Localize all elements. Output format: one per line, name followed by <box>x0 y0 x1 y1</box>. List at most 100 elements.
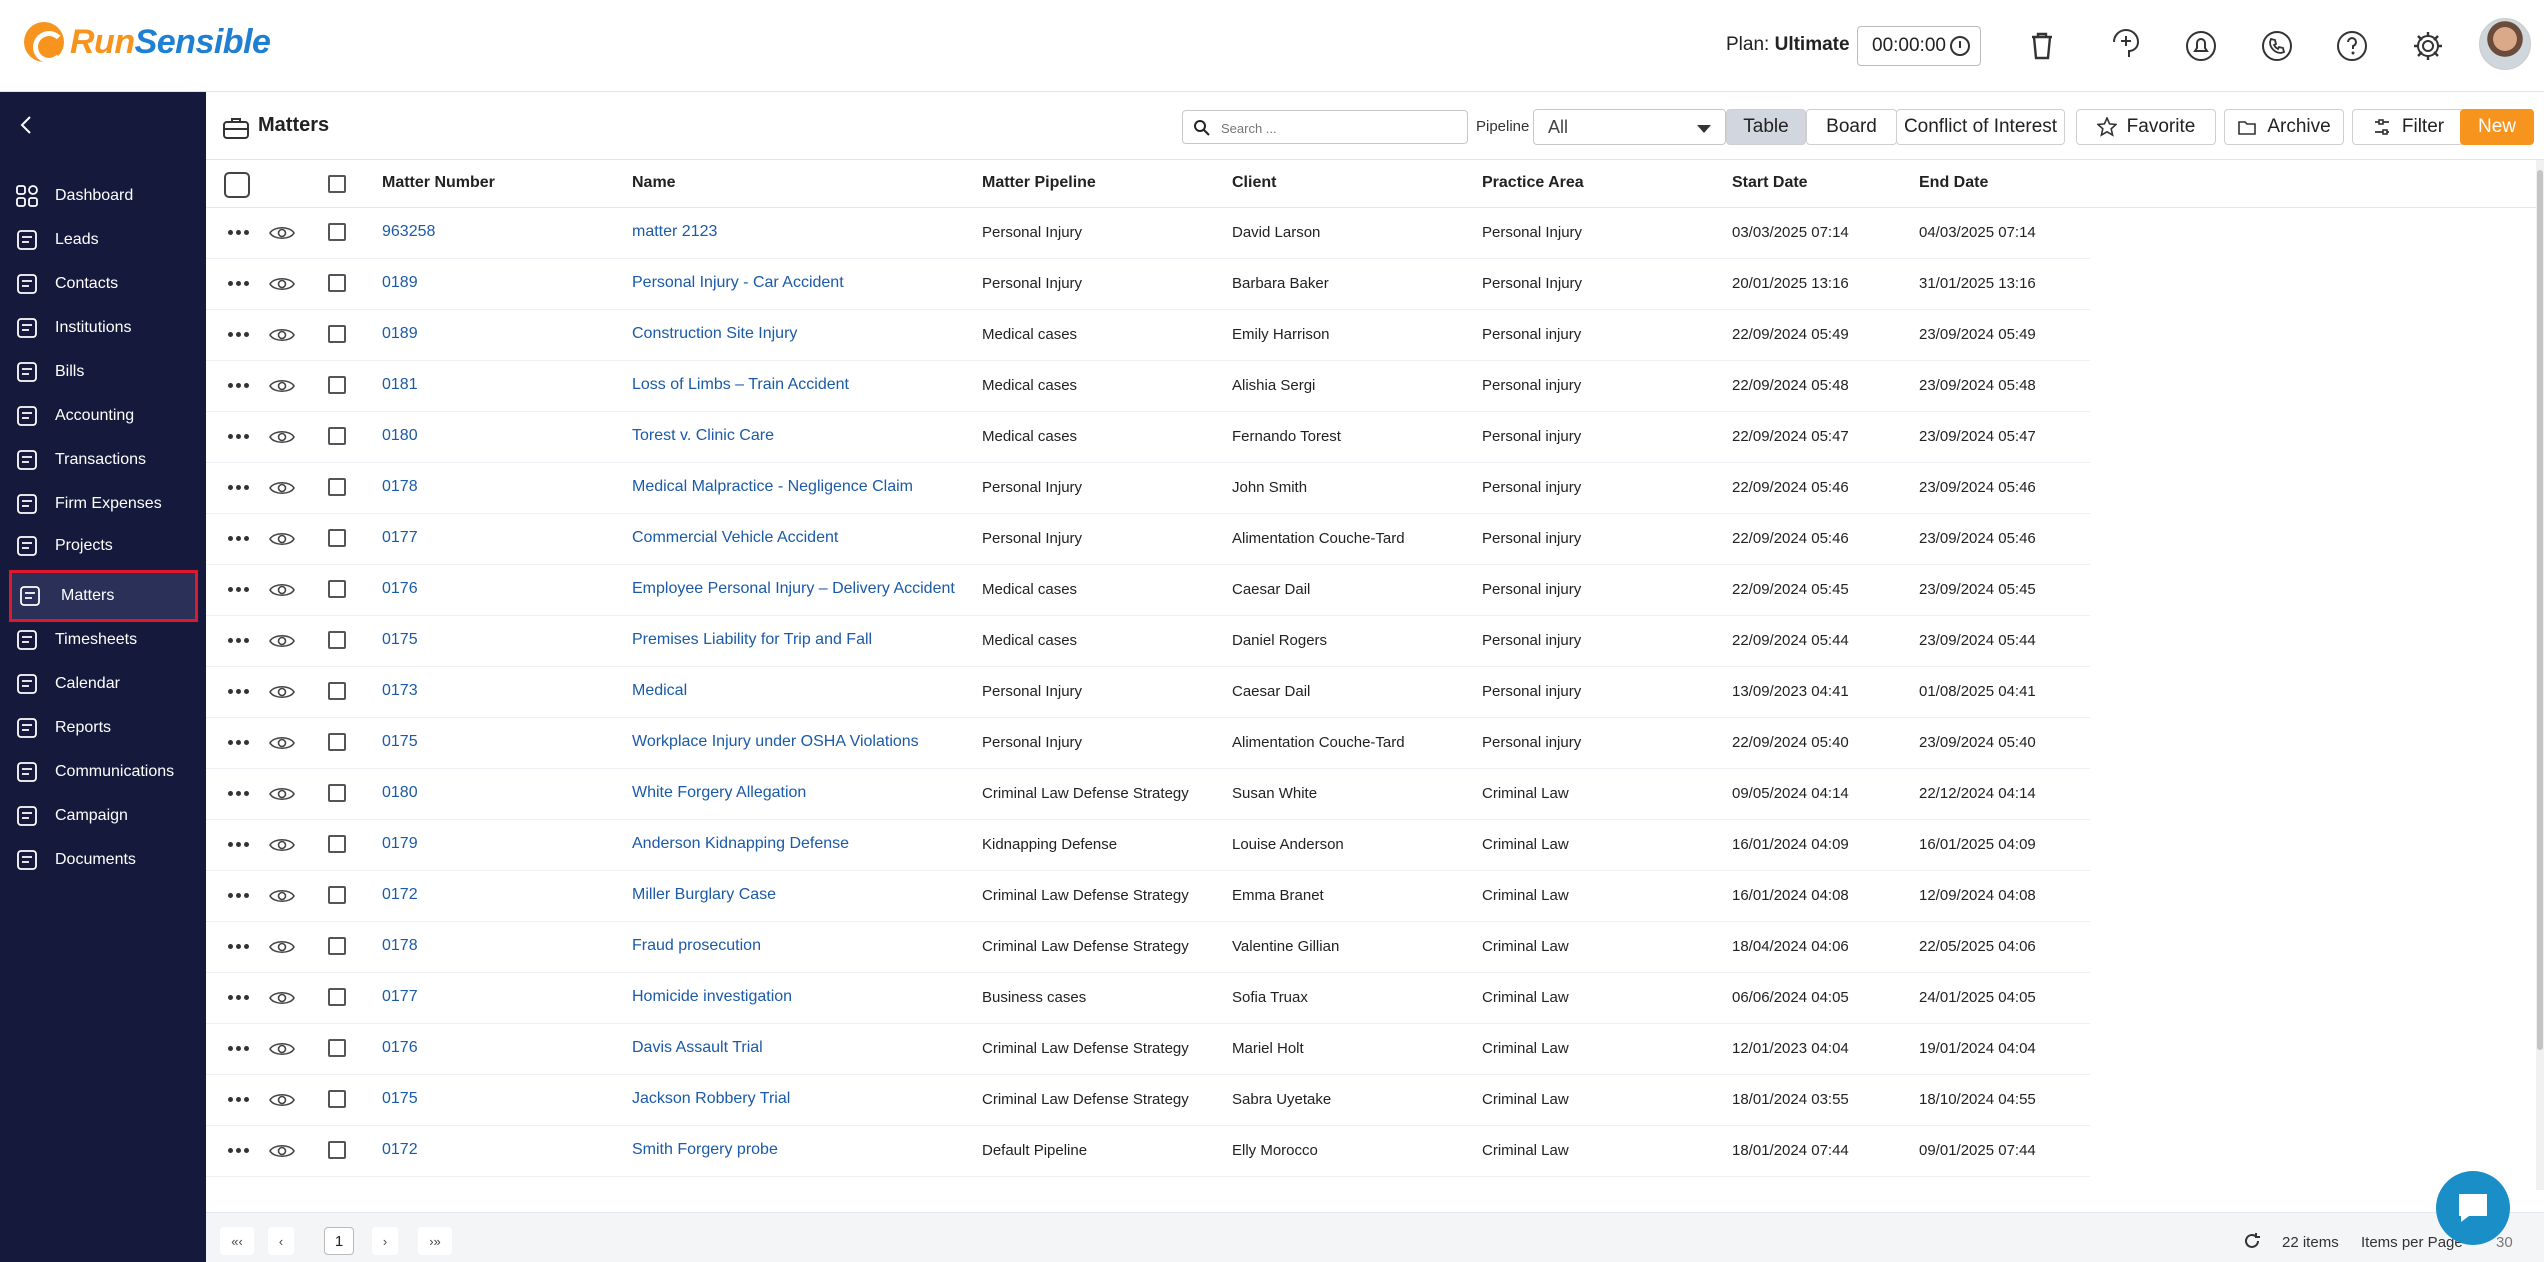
view-eye-icon[interactable] <box>269 326 295 344</box>
sidebar-item-reports[interactable]: Reports <box>0 708 206 748</box>
table-row[interactable]: 0175 Workplace Injury under OSHA Violatio… <box>206 718 2090 769</box>
sidebar-item-bills[interactable]: Bills <box>0 352 206 392</box>
sidebar-item-campaign[interactable]: Campaign <box>0 796 206 836</box>
cell-matter-name[interactable]: Employee Personal Injury – Delivery Acci… <box>632 580 955 598</box>
sidebar-item-dashboard[interactable]: Dashboard <box>0 176 206 216</box>
row-actions-icon[interactable] <box>228 638 250 644</box>
view-eye-icon[interactable] <box>269 836 295 854</box>
refresh-icon[interactable] <box>2242 1231 2262 1251</box>
app-logo[interactable]: RunSensible <box>24 22 271 63</box>
cell-matter-number[interactable]: 0178 <box>382 478 418 496</box>
sidebar-item-leads[interactable]: Leads <box>0 220 206 260</box>
table-row[interactable]: 0172 Miller Burglary Case Criminal Law Def… <box>206 871 2090 922</box>
row-checkbox[interactable] <box>328 274 346 292</box>
row-actions-icon[interactable] <box>228 893 250 899</box>
cell-matter-name[interactable]: Anderson Kidnapping Defense <box>632 835 849 853</box>
row-actions-icon[interactable] <box>228 383 250 389</box>
row-checkbox[interactable] <box>328 1039 346 1057</box>
row-checkbox[interactable] <box>328 1090 346 1108</box>
cell-matter-name[interactable]: matter 2123 <box>632 223 717 241</box>
current-page-button[interactable]: 1 <box>324 1227 354 1255</box>
sidebar-item-documents[interactable]: Documents <box>0 840 206 880</box>
table-row[interactable]: 0177 Commercial Vehicle Accident Personal … <box>206 514 2090 565</box>
cell-matter-name[interactable]: Premises Liability for Trip and Fall <box>632 631 872 649</box>
row-actions-icon[interactable] <box>228 995 250 1001</box>
sidebar-item-institutions[interactable]: Institutions <box>0 308 206 348</box>
view-eye-icon[interactable] <box>269 683 295 701</box>
row-actions-icon[interactable] <box>228 587 250 593</box>
cell-matter-number[interactable]: 0180 <box>382 784 418 802</box>
cell-matter-number[interactable]: 0178 <box>382 937 418 955</box>
view-eye-icon[interactable] <box>269 887 295 905</box>
table-row[interactable]: 0178 Medical Malpractice - Negligence Cla… <box>206 463 2090 514</box>
scrollbar-thumb[interactable] <box>2537 170 2543 1050</box>
cell-matter-name[interactable]: Construction Site Injury <box>632 325 797 343</box>
cell-matter-number[interactable]: 0176 <box>382 1039 418 1057</box>
phone-icon[interactable] <box>2259 28 2295 64</box>
table-row[interactable]: 0172 Smith Forgery probe Default Pipeline E… <box>206 1126 2090 1177</box>
row-checkbox[interactable] <box>328 835 346 853</box>
archive-button[interactable]: Archive <box>2224 109 2344 145</box>
select-all-checkbox[interactable] <box>328 175 346 193</box>
cell-matter-name[interactable]: Davis Assault Trial <box>632 1039 763 1057</box>
cell-matter-name[interactable]: Personal Injury - Car Accident <box>632 274 844 292</box>
view-eye-icon[interactable] <box>269 785 295 803</box>
row-checkbox[interactable] <box>328 733 346 751</box>
table-view-button[interactable]: Table <box>1726 109 1806 145</box>
cell-matter-number[interactable]: 0176 <box>382 580 418 598</box>
table-row[interactable]: 0180 Torest v. Clinic Care Medical cases Fe… <box>206 412 2090 463</box>
table-row[interactable]: 0177 Homicide investigation Business cases… <box>206 973 2090 1024</box>
row-checkbox[interactable] <box>328 580 346 598</box>
column-header-end-date[interactable]: End Date <box>1919 174 1988 192</box>
cell-matter-number[interactable]: 0173 <box>382 682 418 700</box>
row-actions-icon[interactable] <box>228 230 250 236</box>
table-row[interactable]: 0178 Fraud prosecution Criminal Law Defens… <box>206 922 2090 973</box>
cell-matter-number[interactable]: 0175 <box>382 631 418 649</box>
row-checkbox[interactable] <box>328 886 346 904</box>
cell-matter-number[interactable]: 0179 <box>382 835 418 853</box>
row-actions-icon[interactable] <box>228 944 250 950</box>
column-settings-icon[interactable] <box>224 172 250 198</box>
view-eye-icon[interactable] <box>269 1040 295 1058</box>
sidebar-item-communications[interactable]: Communications <box>0 752 206 792</box>
last-page-button[interactable]: ›» <box>418 1227 452 1255</box>
cell-matter-name[interactable]: White Forgery Allegation <box>632 784 806 802</box>
row-checkbox[interactable] <box>328 529 346 547</box>
cell-matter-number[interactable]: 0189 <box>382 274 418 292</box>
row-actions-icon[interactable] <box>228 740 250 746</box>
new-matter-button[interactable]: New <box>2460 109 2534 145</box>
cell-matter-number[interactable]: 0181 <box>382 376 418 394</box>
sidebar-item-accounting[interactable]: Accounting <box>0 396 206 436</box>
add-task-icon[interactable] <box>2108 28 2144 64</box>
settings-icon[interactable] <box>2410 28 2446 64</box>
row-actions-icon[interactable] <box>228 1097 250 1103</box>
view-eye-icon[interactable] <box>269 530 295 548</box>
column-header-start-date[interactable]: Start Date <box>1732 174 1808 192</box>
user-avatar[interactable] <box>2479 18 2531 70</box>
row-actions-icon[interactable] <box>228 1148 250 1154</box>
cell-matter-number[interactable]: 0172 <box>382 1141 418 1159</box>
items-per-page-select[interactable]: 30 <box>2496 1234 2513 1251</box>
table-row[interactable]: 0173 Medical Personal Injury Caesar Dail Per… <box>206 667 2090 718</box>
view-eye-icon[interactable] <box>269 1142 295 1160</box>
view-eye-icon[interactable] <box>269 479 295 497</box>
cell-matter-number[interactable]: 0175 <box>382 1090 418 1108</box>
table-row[interactable]: 0175 Premises Liability for Trip and Fall… <box>206 616 2090 667</box>
row-actions-icon[interactable] <box>228 536 250 542</box>
view-eye-icon[interactable] <box>269 989 295 1007</box>
view-eye-icon[interactable] <box>269 275 295 293</box>
collapse-sidebar-icon[interactable] <box>16 114 38 136</box>
sidebar-item-transactions[interactable]: Transactions <box>0 440 206 480</box>
board-view-button[interactable]: Board <box>1806 109 1897 145</box>
row-actions-icon[interactable] <box>228 791 250 797</box>
view-eye-icon[interactable] <box>269 938 295 956</box>
row-actions-icon[interactable] <box>228 434 250 440</box>
search-box[interactable] <box>1182 110 1468 144</box>
row-actions-icon[interactable] <box>228 842 250 848</box>
trash-icon[interactable] <box>2024 28 2060 64</box>
view-eye-icon[interactable] <box>269 581 295 599</box>
view-eye-icon[interactable] <box>269 632 295 650</box>
cell-matter-name[interactable]: Smith Forgery probe <box>632 1141 778 1159</box>
view-eye-icon[interactable] <box>269 377 295 395</box>
column-header-name[interactable]: Name <box>632 174 676 192</box>
